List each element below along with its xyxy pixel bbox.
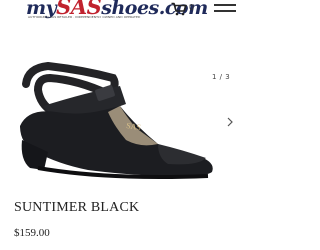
product-image[interactable]: SAS: [8, 56, 223, 186]
hamburger-menu-icon[interactable]: [214, 3, 236, 15]
image-counter: 1 / 3: [212, 73, 231, 81]
chevron-right-icon[interactable]: [226, 117, 234, 127]
cart-icon: [171, 2, 187, 16]
cart-count-badge: 0: [189, 3, 195, 12]
site-logo[interactable]: mySASshoes.com AUTHORIZED SAS RETAILER ·…: [26, 0, 208, 24]
cart-button[interactable]: 0: [171, 2, 195, 18]
product-price: $159.00: [14, 227, 50, 239]
site-header: mySASshoes.com AUTHORIZED SAS RETAILER ·…: [0, 0, 256, 28]
logo-tagline: AUTHORIZED SAS RETAILER · INDEPENDENTLY …: [28, 15, 141, 19]
product-title: SUNTIMER BLACK: [14, 200, 140, 215]
